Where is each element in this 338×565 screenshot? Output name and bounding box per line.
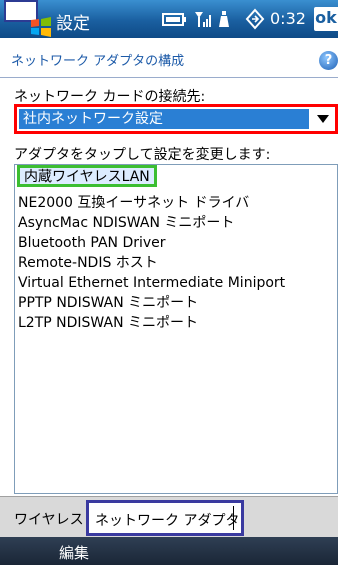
signal-icon[interactable] xyxy=(193,8,213,30)
tab-network-adapter[interactable]: ネットワーク アダプタ xyxy=(86,500,244,536)
start-button[interactable] xyxy=(4,0,52,37)
volume-icon[interactable] xyxy=(217,8,231,30)
network-card-label: ネットワーク カードの接続先: xyxy=(14,89,206,105)
adapter-item-bluetooth-pan[interactable]: Bluetooth PAN Driver xyxy=(18,234,166,252)
softkey-bar: 編集 xyxy=(0,537,338,565)
tab-divider xyxy=(233,506,234,530)
ok-button[interactable]: ok xyxy=(314,7,338,31)
title-bar: 設定 0:32 ok xyxy=(0,0,338,38)
adapter-list[interactable]: 内蔵ワイヤレスLAN NE2000 互換イーサネット ドライバ AsyncMac… xyxy=(14,164,338,494)
adapter-item-pptp[interactable]: PPTP NDISWAN ミニポート xyxy=(18,294,198,312)
tab-network-adapter-label: ネットワーク アダプタ xyxy=(95,513,240,529)
app-title: 設定 xyxy=(56,14,90,34)
adapter-item-virtual-ethernet[interactable]: Virtual Ethernet Intermediate Miniport xyxy=(18,274,285,292)
tab-wireless[interactable]: ワイヤレス xyxy=(14,509,84,529)
adapter-item-remote-ndis[interactable]: Remote-NDIS ホスト xyxy=(18,254,158,272)
clock[interactable]: 0:32 xyxy=(270,9,306,28)
adapter-instruction-label: アダプタをタップして設定を変更します: xyxy=(14,147,271,163)
adapter-item-ne2000[interactable]: NE2000 互換イーサネット ドライバ xyxy=(18,194,249,212)
adapter-item-l2tp[interactable]: L2TP NDISWAN ミニポート xyxy=(18,314,198,332)
adapter-item-asyncmac[interactable]: AsyncMac NDISWAN ミニポート xyxy=(18,214,234,232)
edit-softkey[interactable]: 編集 xyxy=(59,542,89,563)
network-dropdown-value[interactable]: 社内ネットワーク設定 xyxy=(19,109,309,129)
page-title: ネットワーク アダプタの構成 xyxy=(11,54,185,69)
dropdown-arrow-icon[interactable] xyxy=(317,115,329,123)
network-dropdown[interactable]: 社内ネットワーク設定 xyxy=(14,104,338,134)
connectivity-icon[interactable] xyxy=(161,8,187,30)
sync-icon[interactable] xyxy=(245,8,265,30)
windows-flag-icon xyxy=(31,17,51,37)
help-icon[interactable]: ? xyxy=(319,51,338,70)
tab-bar: ワイヤレス ネットワーク アダプタ xyxy=(0,496,338,537)
adapter-item-builtin-wireless-lan[interactable]: 内蔵ワイヤレスLAN xyxy=(17,165,157,187)
page-header: ネットワーク アダプタの構成 ? xyxy=(0,38,338,78)
